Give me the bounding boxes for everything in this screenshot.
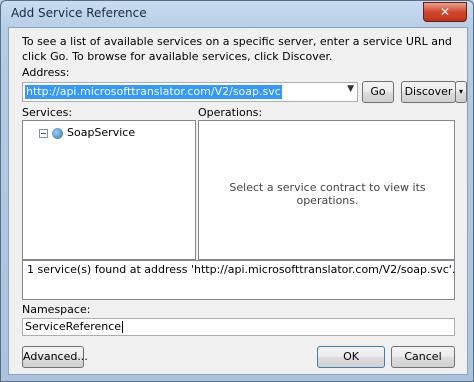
namespace-value: ServiceReference (25, 320, 122, 333)
dialog-title: Add Service Reference (11, 6, 147, 20)
operations-list[interactable]: Select a service contract to view its op… (198, 120, 455, 260)
go-button[interactable]: Go (362, 81, 394, 103)
address-combobox[interactable]: http://api.microsofttranslator.com/V2/so… (22, 82, 358, 102)
services-tree[interactable]: SoapService (22, 120, 196, 260)
ok-button[interactable]: OK (317, 346, 385, 368)
collapse-icon[interactable] (39, 128, 48, 138)
tree-item-label: SoapService (67, 126, 136, 139)
cancel-button[interactable]: Cancel (391, 346, 455, 368)
advanced-button[interactable]: Advanced... (22, 346, 88, 368)
namespace-label: Namespace: (22, 303, 91, 316)
services-label: Services: (22, 106, 73, 119)
address-input[interactable]: http://api.microsofttranslator.com/V2/so… (25, 85, 282, 99)
close-button[interactable]: ✕ (423, 2, 467, 22)
discover-button[interactable]: Discover (401, 81, 456, 103)
tree-item-soapservice[interactable]: SoapService (39, 126, 135, 140)
service-icon (52, 127, 63, 139)
dialog-window: Add Service Reference ✕ To see a list of… (0, 0, 474, 382)
title-bar[interactable]: Add Service Reference ✕ (1, 1, 473, 27)
address-label: Address: (22, 66, 70, 79)
status-panel: 1 service(s) found at address 'http://ap… (22, 260, 455, 300)
text-caret (122, 321, 124, 333)
status-text: 1 service(s) found at address 'http://ap… (27, 263, 456, 276)
instructions-text: To see a list of available services on a… (22, 35, 452, 63)
namespace-input[interactable]: ServiceReference (22, 318, 455, 336)
close-icon: ✕ (439, 5, 451, 19)
dialog-client-area: To see a list of available services on a… (8, 27, 468, 375)
chevron-down-icon[interactable]: ▼ (347, 84, 354, 94)
operations-label: Operations: (198, 106, 263, 119)
discover-dropdown-button[interactable]: ▾ (455, 81, 467, 103)
operations-empty-message: Select a service contract to view its op… (229, 181, 426, 207)
chevron-down-icon: ▾ (458, 87, 463, 96)
